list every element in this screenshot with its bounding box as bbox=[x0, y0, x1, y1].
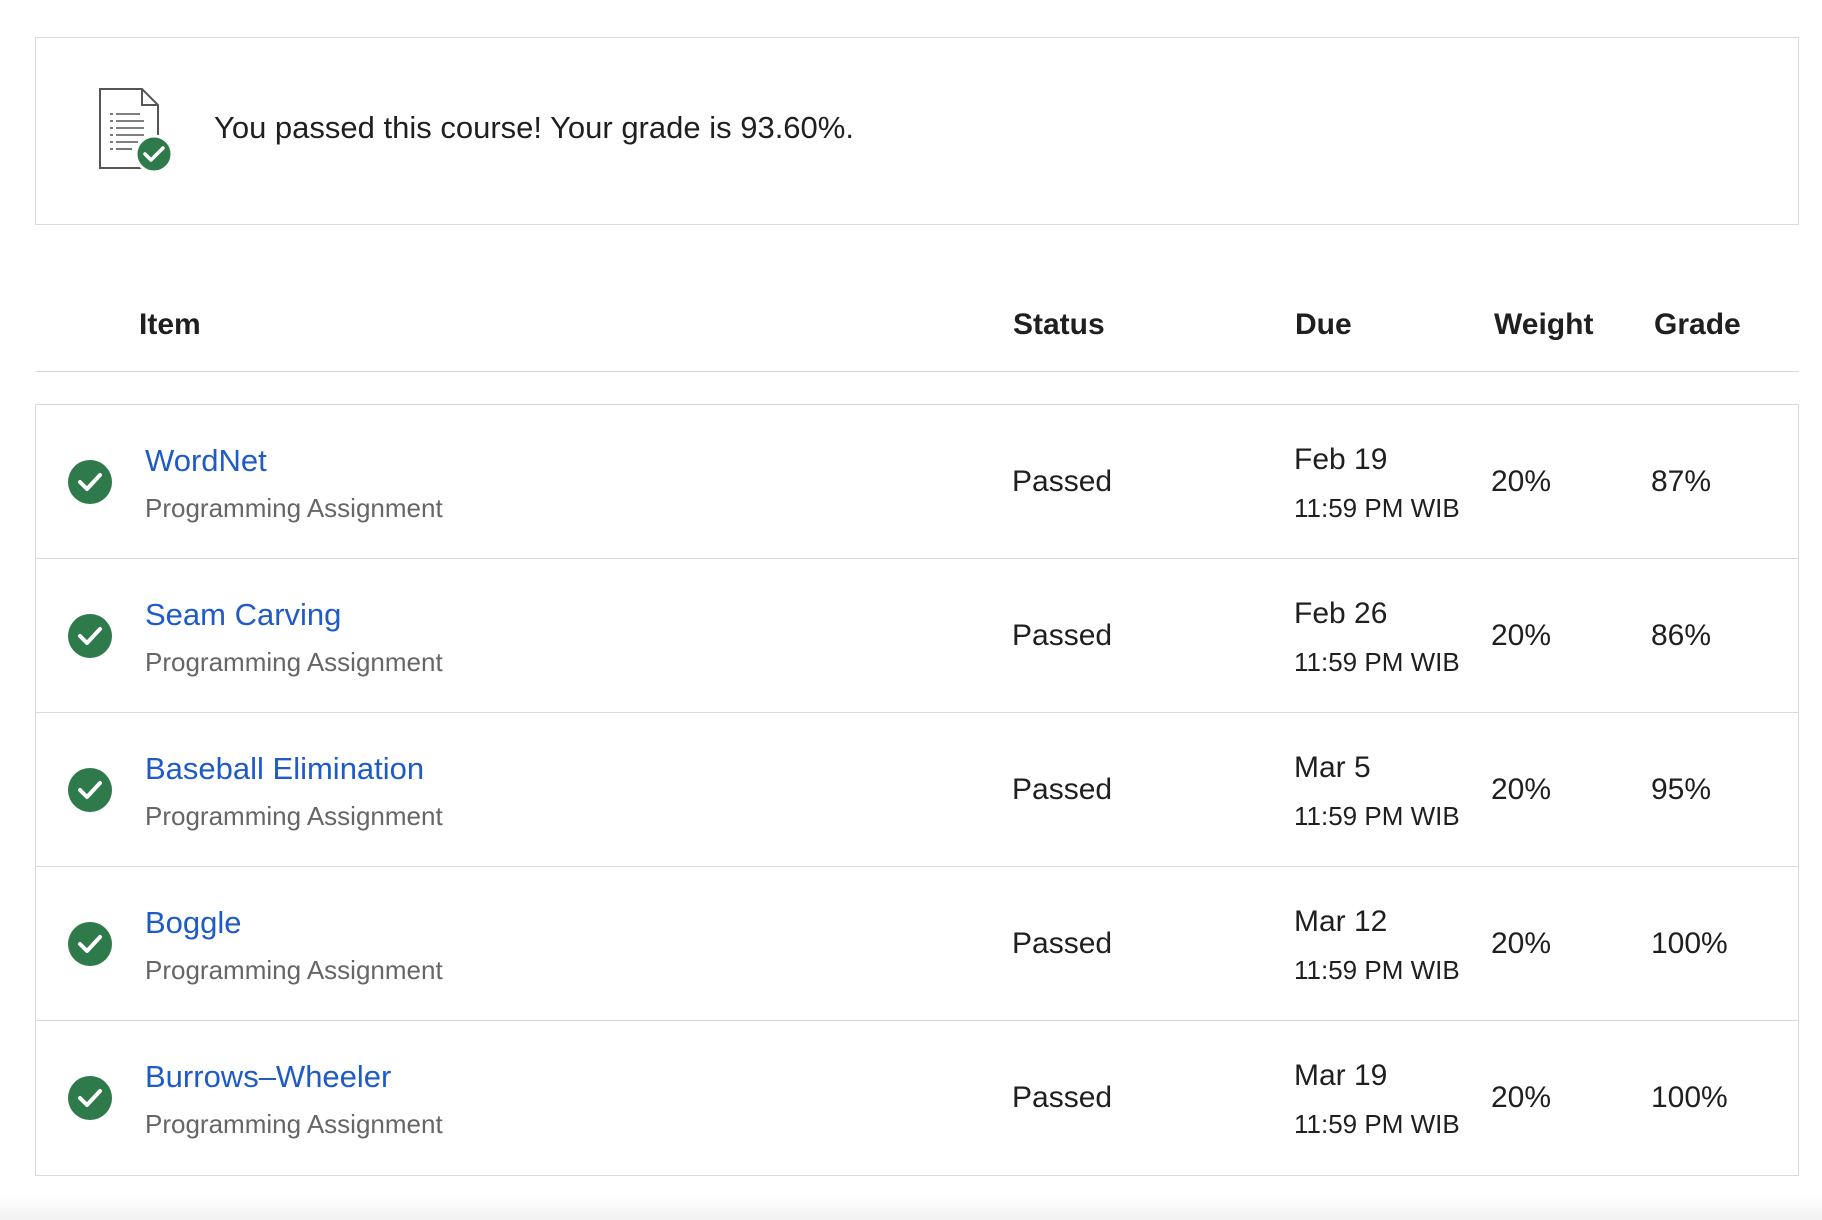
grades-table-header: Item Status Due Weight Grade bbox=[35, 290, 1799, 372]
due-time: 11:59 PM WIB bbox=[1294, 493, 1460, 523]
check-circle-icon bbox=[68, 614, 112, 658]
assignment-type: Programming Assignment bbox=[145, 955, 443, 985]
assignment-link[interactable]: Boggle bbox=[145, 905, 242, 941]
status-text: Passed bbox=[1012, 1081, 1113, 1114]
due-date: Feb 26 bbox=[1294, 597, 1388, 630]
weight-value: 20% bbox=[1491, 1081, 1552, 1114]
weight-value: 20% bbox=[1491, 619, 1552, 652]
document-check-icon bbox=[99, 88, 174, 174]
assignment-type: Programming Assignment bbox=[145, 1109, 443, 1139]
grades-table-body: WordNet Programming Assignment Passed Fe… bbox=[35, 404, 1799, 1176]
weight-value: 20% bbox=[1491, 773, 1552, 806]
due-time: 11:59 PM WIB bbox=[1294, 801, 1460, 831]
due-time: 11:59 PM WIB bbox=[1294, 647, 1460, 677]
course-passed-banner: You passed this course! Your grade is 93… bbox=[35, 37, 1799, 225]
due-date: Mar 12 bbox=[1294, 905, 1388, 938]
due-date: Mar 5 bbox=[1294, 751, 1371, 784]
weight-value: 20% bbox=[1491, 465, 1552, 498]
check-circle-icon bbox=[68, 922, 112, 966]
course-grade-message: You passed this course! Your grade is 93… bbox=[214, 110, 854, 145]
due-date: Mar 19 bbox=[1294, 1059, 1388, 1092]
due-date: Feb 19 bbox=[1294, 443, 1388, 476]
grade-value: 86% bbox=[1651, 619, 1712, 652]
status-text: Passed bbox=[1012, 773, 1113, 806]
due-time: 11:59 PM WIB bbox=[1294, 955, 1460, 985]
column-header-item: Item bbox=[139, 308, 201, 341]
column-header-due: Due bbox=[1295, 308, 1352, 341]
table-row: Seam Carving Programming Assignment Pass… bbox=[36, 559, 1798, 713]
status-text: Passed bbox=[1012, 619, 1113, 652]
column-header-grade: Grade bbox=[1654, 308, 1741, 341]
table-row: Baseball Elimination Programming Assignm… bbox=[36, 713, 1798, 867]
assignment-type: Programming Assignment bbox=[145, 493, 443, 523]
assignment-link[interactable]: Baseball Elimination bbox=[145, 751, 424, 787]
status-text: Passed bbox=[1012, 927, 1113, 960]
grade-value: 100% bbox=[1651, 1081, 1728, 1114]
grade-value: 95% bbox=[1651, 773, 1712, 806]
check-circle-icon bbox=[68, 1076, 112, 1120]
column-header-status: Status bbox=[1013, 308, 1105, 341]
assignment-link[interactable]: Seam Carving bbox=[145, 597, 341, 633]
assignment-link[interactable]: WordNet bbox=[145, 443, 267, 479]
check-circle-icon bbox=[68, 768, 112, 812]
check-circle-icon bbox=[68, 460, 112, 504]
assignment-type: Programming Assignment bbox=[145, 647, 443, 677]
column-header-weight: Weight bbox=[1494, 308, 1594, 341]
status-text: Passed bbox=[1012, 465, 1113, 498]
weight-value: 20% bbox=[1491, 927, 1552, 960]
table-row: WordNet Programming Assignment Passed Fe… bbox=[36, 405, 1798, 559]
grades-page: You passed this course! Your grade is 93… bbox=[0, 0, 1822, 1220]
grade-value: 87% bbox=[1651, 465, 1712, 498]
grade-value: 100% bbox=[1651, 927, 1728, 960]
table-row: Boggle Programming Assignment Passed Mar… bbox=[36, 867, 1798, 1021]
page-bottom-edge bbox=[0, 1195, 1822, 1220]
due-time: 11:59 PM WIB bbox=[1294, 1109, 1460, 1139]
table-row: Burrows–Wheeler Programming Assignment P… bbox=[36, 1021, 1798, 1175]
assignment-type: Programming Assignment bbox=[145, 801, 443, 831]
assignment-link[interactable]: Burrows–Wheeler bbox=[145, 1059, 391, 1095]
